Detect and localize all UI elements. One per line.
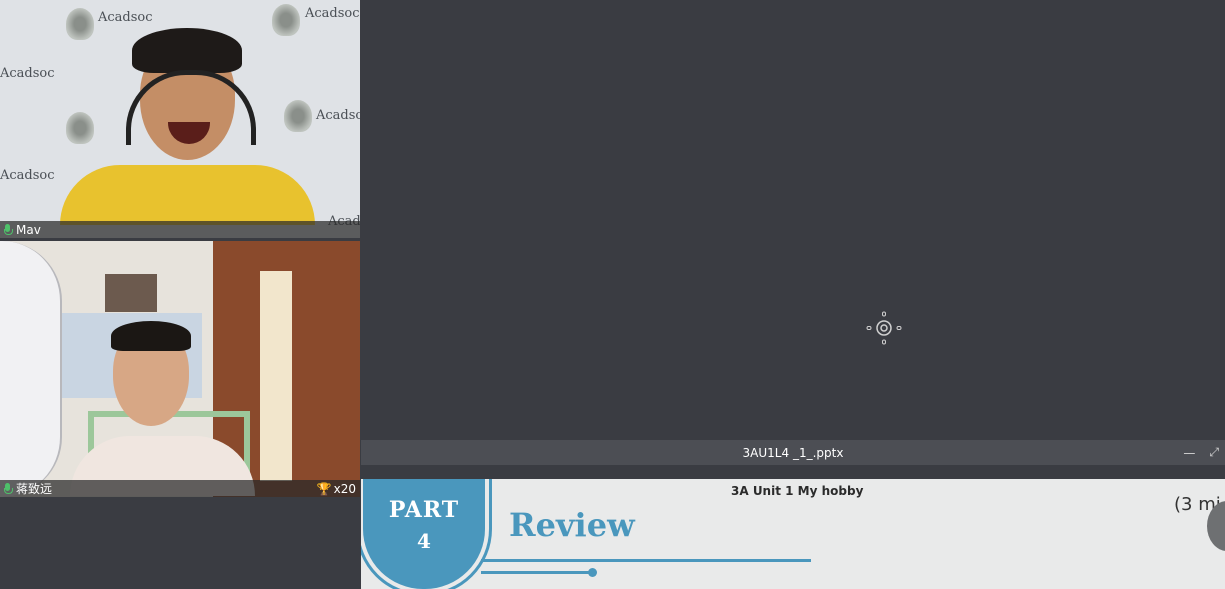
backdrop-tree-logo [284,100,312,132]
backdrop-tree-logo [66,112,94,144]
loading-spinner-icon [866,311,902,345]
title-underline [481,559,811,562]
backdrop-tree-logo [66,8,94,40]
teacher-hair [132,28,242,73]
video-tile-teacher[interactable]: Acadsoc Acadsoc Acadsoc Acadsoc Acadsoc … [0,0,360,238]
wall-decoration [260,271,292,481]
mic-on-icon [3,482,13,495]
maximize-icon[interactable]: ⤢ [1209,445,1219,460]
document-toolbar-gap [361,465,1225,479]
document-filename: 3AU1L4 _1_.pptx [742,445,844,460]
slide-canvas[interactable]: 3A Unit 1 My hobby PART 4 Review (3 mi [361,479,1225,589]
wall-photo [105,274,157,312]
left-panel-empty [0,497,360,589]
backdrop-logo-text: Acadsoc [305,6,360,21]
window-buttons: — ⤢ [1183,440,1219,465]
participant-name: Mav [16,222,41,237]
teacher-shirt [60,165,315,225]
main-stage [361,0,1225,440]
title-underline-short [481,571,591,574]
part-number: 4 [417,529,431,553]
video-tile-student[interactable]: 蒋致远 🏆 x20 [0,241,360,497]
slide-title: Review [509,506,635,544]
backdrop-logo-text: Acadsoc [0,66,55,81]
curtain [0,241,62,497]
participant-name: 蒋致远 [16,482,53,496]
backdrop-logo-text: Acadsoc [316,108,360,123]
part-badge: PART 4 [363,479,485,589]
minimize-icon[interactable]: — [1183,446,1195,460]
trophy-count-text: x20 [333,481,356,496]
backdrop-logo-text: Acadsoc [0,168,55,183]
underline-dot [588,568,597,577]
part-label: PART [388,497,460,523]
backdrop-logo-text: Acadsoc [98,10,153,25]
participant-name-bar: 蒋致远 🏆 x20 [0,480,360,497]
mic-on-icon [3,223,13,236]
trophy-icon: 🏆 [316,481,332,496]
participant-name-bar: Mav [0,221,360,238]
backdrop-tree-logo [272,4,300,36]
slide-header: 3A Unit 1 My hobby [731,484,864,498]
document-titlebar[interactable]: 3AU1L4 _1_.pptx — ⤢ [361,440,1225,465]
trophy-count: 🏆 x20 [317,482,356,496]
student-hair [111,321,191,351]
